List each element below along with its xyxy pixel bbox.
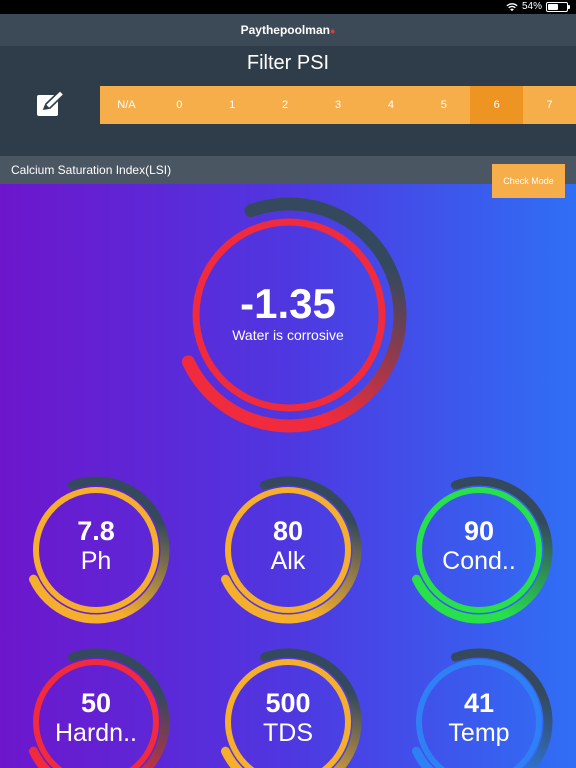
gauge-alk-label: Alk <box>270 547 306 575</box>
gauge-ph-value: 7.8 <box>77 516 115 546</box>
gauge-temp-label: Temp <box>448 719 510 747</box>
lsi-status: Water is corrosive <box>232 327 344 343</box>
gauges-canvas <box>29 197 553 768</box>
gauge-alk-value: 80 <box>272 516 304 546</box>
gauge-cond-value: 90 <box>463 516 495 546</box>
gauge-cond-label: Cond.. <box>442 547 516 575</box>
gauge-tds-value: 500 <box>265 688 311 718</box>
gauge-hardn-value: 50 <box>80 688 112 718</box>
gauge-temp-value: 41 <box>463 688 495 718</box>
gauge-tds-label: TDS <box>263 719 313 747</box>
gauge-hardn-label: Hardn.. <box>55 719 137 747</box>
gauge-ph-label: Ph <box>80 547 112 575</box>
lsi-value: -1.35 <box>240 280 336 327</box>
